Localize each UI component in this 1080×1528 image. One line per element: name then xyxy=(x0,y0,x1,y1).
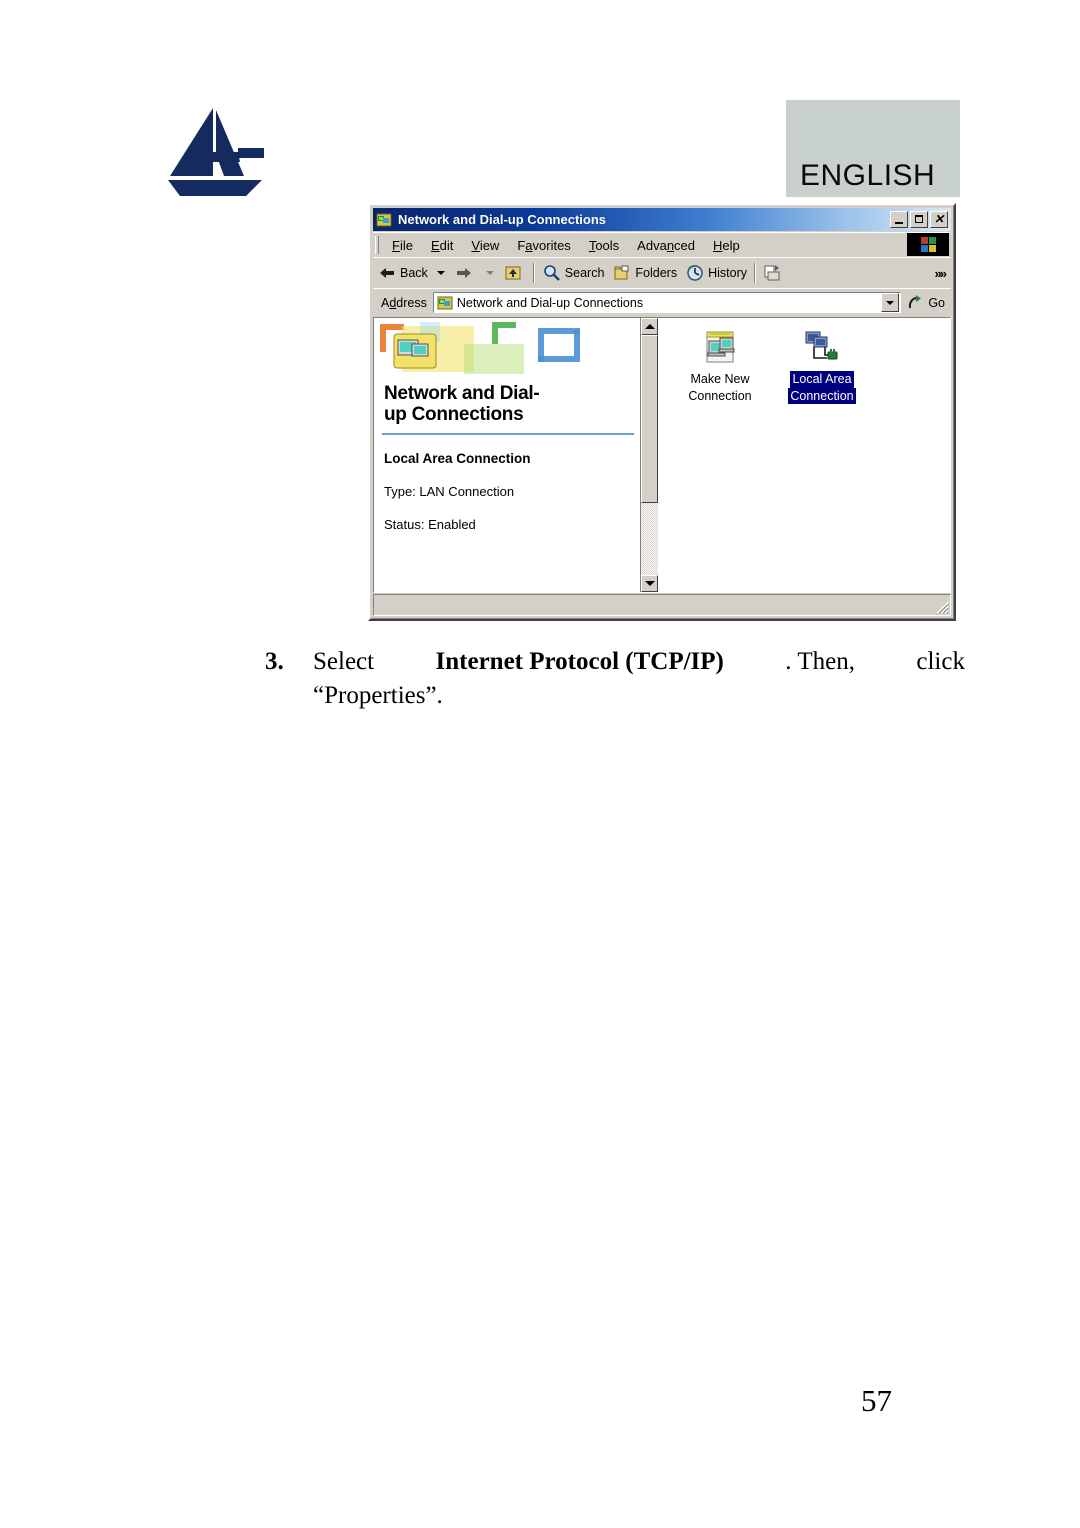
address-label: Address xyxy=(381,295,427,310)
menu-item-help[interactable]: Help xyxy=(704,236,749,255)
language-tab-english: ENGLISH xyxy=(786,100,960,197)
network-connections-icon xyxy=(437,295,453,311)
menu-bar: File Edit View Favorites Tools Advanced … xyxy=(373,232,951,257)
list-item-local-area-connection[interactable]: Local Area Connection xyxy=(774,328,870,405)
menu-item-view[interactable]: View xyxy=(462,236,508,255)
search-button[interactable]: Search xyxy=(538,261,609,285)
close-button[interactable]: ✕ xyxy=(930,211,948,228)
back-button-label: Back xyxy=(400,266,428,280)
up-one-level-icon xyxy=(503,263,523,283)
folders-button-label: Folders xyxy=(635,266,678,280)
toolbar-separator xyxy=(532,263,535,283)
go-button-label: Go xyxy=(928,295,945,310)
panel-selected-name: Local Area Connection xyxy=(384,451,531,467)
panel-detail-status: Status: Enabled xyxy=(384,517,476,533)
history-button[interactable]: History xyxy=(681,261,751,285)
list-item-label-line1: Local Area xyxy=(790,371,854,388)
network-folder-banner-icon xyxy=(374,318,640,380)
back-dropdown-icon[interactable] xyxy=(436,271,445,275)
address-bar: Address Network and Dial-up Connections xyxy=(373,288,951,316)
forward-dropdown-icon[interactable] xyxy=(485,271,494,275)
back-arrow-icon xyxy=(377,263,397,283)
toolbar-separator-2 xyxy=(754,263,756,283)
language-tab-label: ENGLISH xyxy=(800,159,936,192)
history-icon xyxy=(685,263,705,283)
resize-grip-icon[interactable] xyxy=(935,600,949,614)
status-bar xyxy=(373,594,951,616)
up-one-level-button[interactable] xyxy=(499,261,530,285)
history-button-label: History xyxy=(708,266,747,280)
search-icon xyxy=(542,263,562,283)
menu-grip[interactable] xyxy=(375,236,379,254)
windows-logo-icon xyxy=(907,233,949,256)
search-button-label: Search xyxy=(564,266,605,280)
go-button[interactable]: Go xyxy=(901,293,951,313)
window-title: Network and Dial-up Connections xyxy=(398,212,607,227)
list-item-label-line1: Make New xyxy=(690,372,750,387)
panel-detail-type: Type: LAN Connection xyxy=(384,484,515,500)
menu-item-favorites[interactable]: Favorites xyxy=(508,236,579,255)
address-value: Network and Dial-up Connections xyxy=(456,295,644,310)
triangle-up-icon xyxy=(645,324,655,329)
forward-button[interactable] xyxy=(450,261,481,285)
address-dropdown-button[interactable] xyxy=(881,293,900,312)
address-input[interactable]: Network and Dial-up Connections xyxy=(432,292,902,313)
atlantis-land-logo xyxy=(166,106,278,198)
page-number: 57 xyxy=(861,1383,892,1418)
instruction-line-1: Select Internet Protocol (TCP/IP) . Then… xyxy=(313,645,965,679)
make-new-connection-icon xyxy=(700,331,740,371)
panel-heading-line1: Network and Dial- xyxy=(384,383,540,404)
list-item-label-line2: Connection xyxy=(688,388,752,403)
connections-list[interactable]: Make New Connection Local Area Connectio… xyxy=(658,318,950,592)
forward-arrow-icon xyxy=(454,263,474,283)
local-area-connection-icon xyxy=(802,331,842,371)
menu-item-file[interactable]: File xyxy=(383,236,422,255)
instruction-step-3: 3. Select Internet Protocol (TCP/IP) . T… xyxy=(265,645,965,713)
instruction-part-select: Select xyxy=(313,648,375,675)
panel-heading-line2: up Connections xyxy=(384,403,524,425)
list-item-label-line2: Connection xyxy=(788,387,856,405)
close-icon: ✕ xyxy=(933,212,945,226)
step-number: 3. xyxy=(265,648,284,675)
go-arrow-icon xyxy=(905,293,925,313)
instruction-part-click: click xyxy=(916,648,965,675)
webview-info-panel: Network and Dial- up Connections Local A… xyxy=(374,318,640,592)
instruction-protocol-name: Internet Protocol (TCP/IP) xyxy=(435,648,724,675)
window-controls: ✕ xyxy=(890,211,948,228)
folders-button[interactable]: Folders xyxy=(608,261,681,285)
maximize-button[interactable] xyxy=(910,211,928,228)
instruction-line-2: “Properties”. xyxy=(313,681,443,709)
instruction-part-then: . Then, xyxy=(785,648,855,675)
triangle-down-icon xyxy=(645,581,655,586)
minimize-button[interactable] xyxy=(890,211,908,228)
network-connections-window: Network and Dial-up Connections ✕ File E… xyxy=(368,203,956,621)
move-to-button[interactable] xyxy=(759,261,790,285)
window-titlebar: Network and Dial-up Connections ✕ xyxy=(373,208,951,231)
menu-item-edit[interactable]: Edit xyxy=(422,236,462,255)
scrollbar-track[interactable] xyxy=(641,335,658,575)
toolbar-overflow-button[interactable]: »» xyxy=(935,266,948,281)
network-connections-icon xyxy=(376,212,392,228)
panel-vertical-scrollbar[interactable] xyxy=(640,318,658,592)
move-to-folder-icon xyxy=(763,263,783,283)
scroll-up-button[interactable] xyxy=(641,318,658,335)
list-item-make-new-connection[interactable]: Make New Connection xyxy=(672,328,768,404)
scroll-down-button[interactable] xyxy=(641,575,658,592)
folders-icon xyxy=(612,263,632,283)
back-button[interactable]: Back xyxy=(373,261,432,285)
menu-item-advanced[interactable]: Advanced xyxy=(628,236,704,255)
navigation-toolbar: Back Search Folders History »» xyxy=(373,257,951,288)
explorer-client-area: Network and Dial- up Connections Local A… xyxy=(373,317,951,593)
menu-item-tools[interactable]: Tools xyxy=(580,236,628,255)
scrollbar-thumb[interactable] xyxy=(641,335,658,503)
panel-heading: Network and Dial- up Connections xyxy=(374,380,640,427)
